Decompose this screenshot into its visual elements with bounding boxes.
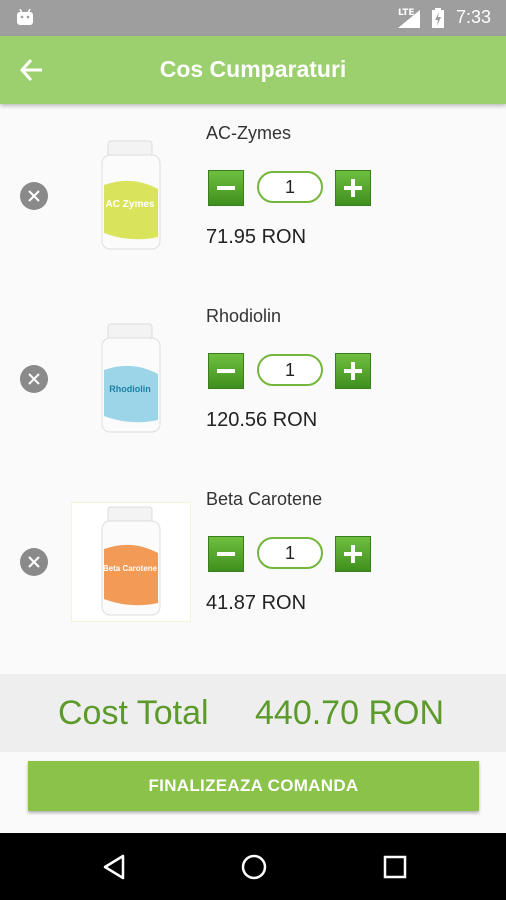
quantity-field[interactable]: 1 bbox=[257, 171, 323, 203]
total-bar: Cost Total 440.70 RON bbox=[0, 674, 506, 752]
decrease-quantity-button[interactable] bbox=[208, 353, 244, 389]
cart-item: Beta Carotene Beta Carotene 1 41.87 RON bbox=[0, 470, 506, 653]
increase-quantity-button[interactable] bbox=[335, 536, 371, 572]
product-price: 71.95 RON bbox=[206, 226, 307, 248]
remove-item-button[interactable] bbox=[20, 182, 48, 210]
page-title: Cos Cumparaturi bbox=[159, 56, 347, 82]
finish-order-button[interactable]: FINALIZEAZA COMANDA bbox=[28, 761, 479, 811]
app-bar: Cos Cumparaturi bbox=[0, 36, 506, 104]
total-label: Cost Total bbox=[58, 694, 209, 732]
quantity-field[interactable]: 1 bbox=[257, 537, 323, 569]
bottle-label-text: Rhodiolin bbox=[109, 384, 151, 394]
decrease-quantity-button[interactable] bbox=[208, 536, 244, 572]
bottle-label bbox=[104, 544, 158, 606]
product-name: Rhodiolin bbox=[206, 306, 282, 326]
decrease-quantity-button[interactable] bbox=[208, 170, 244, 206]
plus-icon bbox=[344, 179, 362, 197]
quantity-field[interactable]: 1 bbox=[257, 354, 323, 386]
status-time: 7:33 bbox=[456, 7, 492, 27]
android-notification-icon bbox=[17, 9, 33, 25]
increase-quantity-button[interactable] bbox=[335, 353, 371, 389]
bottle-label bbox=[104, 365, 158, 423]
bottle-label bbox=[104, 180, 158, 240]
product-name: Beta Carotene bbox=[206, 489, 323, 509]
minus-icon bbox=[217, 369, 235, 373]
close-icon bbox=[28, 373, 40, 385]
minus-icon bbox=[217, 186, 235, 190]
product-price: 41.87 RON bbox=[206, 592, 307, 614]
plus-icon bbox=[344, 362, 362, 380]
bottle-label-text: AC Zymes bbox=[106, 199, 155, 210]
total-value: 440.70 RON bbox=[255, 694, 444, 732]
product-image: AC Zymes bbox=[101, 140, 161, 250]
signal-icon bbox=[398, 10, 420, 28]
remove-item-button[interactable] bbox=[20, 365, 48, 393]
bottle-label-text: Beta Carotene bbox=[103, 564, 158, 573]
increase-quantity-button[interactable] bbox=[335, 170, 371, 206]
product-image: Rhodiolin bbox=[101, 323, 161, 433]
minus-icon bbox=[217, 552, 235, 556]
remove-item-button[interactable] bbox=[20, 548, 48, 576]
close-icon bbox=[28, 556, 40, 568]
system-nav-bar bbox=[0, 833, 506, 900]
product-image: Beta Carotene bbox=[72, 503, 190, 621]
back-triangle-icon[interactable] bbox=[100, 853, 130, 881]
cart-list[interactable]: AC Zymes AC-Zymes 1 71.95 RON Rhodiolin … bbox=[0, 104, 506, 674]
cart-item: AC Zymes AC-Zymes 1 71.95 RON bbox=[0, 104, 506, 287]
status-bar: LTE 7:33 bbox=[0, 0, 506, 36]
product-name: AC-Zymes bbox=[206, 123, 291, 143]
battery-charging-icon bbox=[432, 8, 444, 28]
plus-icon bbox=[344, 545, 362, 563]
cart-item: Rhodiolin Rhodiolin 1 120.56 RON bbox=[0, 287, 506, 470]
product-price: 120.56 RON bbox=[206, 409, 318, 431]
recents-square-icon[interactable] bbox=[380, 853, 410, 881]
close-icon bbox=[28, 190, 40, 202]
home-circle-icon[interactable] bbox=[239, 853, 269, 881]
